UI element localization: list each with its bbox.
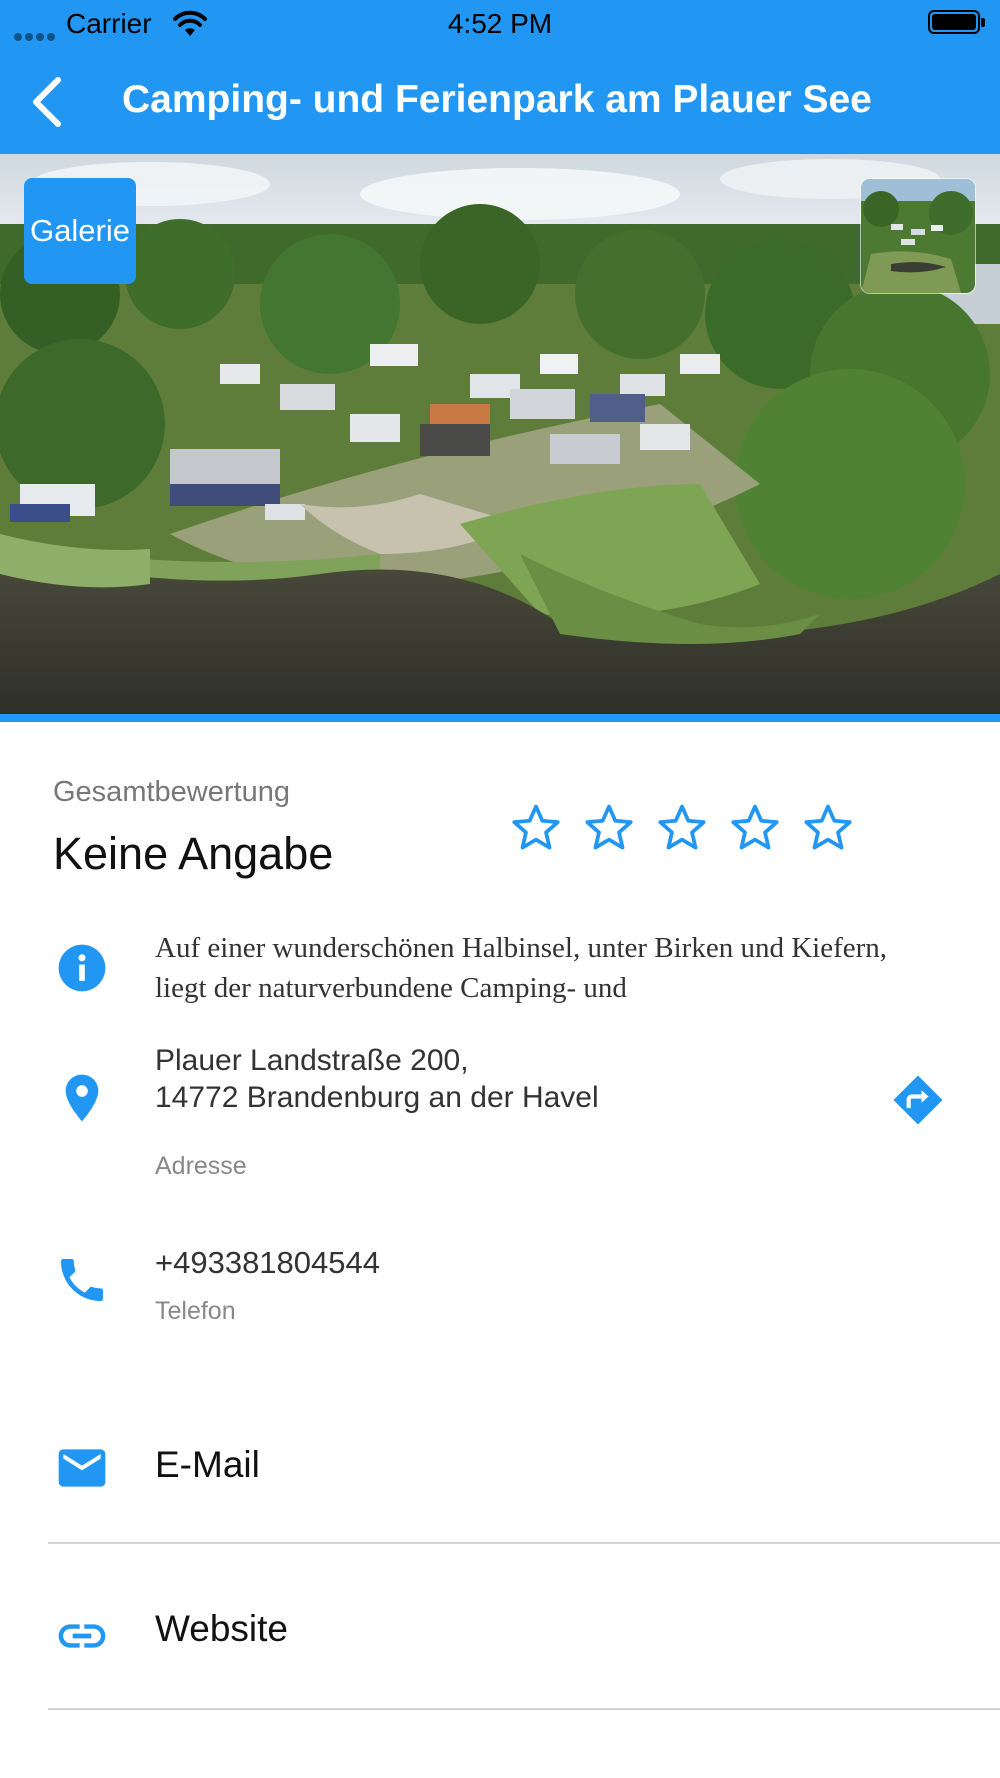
directions-icon[interactable] xyxy=(890,1072,946,1128)
address-line-1: Plauer Landstraße 200, xyxy=(155,1044,469,1077)
star-rating xyxy=(508,800,873,856)
page-title: Camping- und Ferienpark am Plauer See xyxy=(122,78,872,121)
divider xyxy=(48,1708,1000,1710)
star-outline-icon[interactable] xyxy=(800,800,856,856)
rating-label: Gesamtbewertung xyxy=(53,776,290,808)
chevron-left-icon[interactable] xyxy=(28,74,68,130)
website-label: Website xyxy=(155,1608,288,1649)
description-text: Auf einer wunderschönen Halbinsel, unter… xyxy=(155,932,888,1004)
status-bar: Carrier 4:52 PM xyxy=(0,0,1000,48)
email-label: E-Mail xyxy=(155,1444,260,1485)
divider xyxy=(48,1542,1000,1544)
phone-label: Telefon xyxy=(155,1297,236,1325)
website-row[interactable]: Website xyxy=(0,1568,1000,1688)
hero-photo xyxy=(0,154,1000,716)
address-label: Adresse xyxy=(155,1152,247,1180)
star-outline-icon[interactable] xyxy=(581,800,637,856)
location-pin-icon xyxy=(65,1074,99,1122)
star-outline-icon[interactable] xyxy=(654,800,710,856)
link-icon xyxy=(58,1624,106,1648)
phone-number[interactable]: +493381804544 xyxy=(155,1245,380,1281)
rating-value: Keine Angabe xyxy=(53,828,334,879)
gallery-button[interactable]: Galerie xyxy=(24,178,136,284)
address-line-2: 14772 Brandenburg an der Havel xyxy=(155,1081,599,1114)
battery-icon xyxy=(928,10,985,34)
phone-icon[interactable] xyxy=(54,1252,110,1308)
star-outline-icon[interactable] xyxy=(727,800,783,856)
hero-divider xyxy=(0,714,1000,722)
info-icon xyxy=(58,944,106,992)
star-outline-icon[interactable] xyxy=(508,800,564,856)
mail-icon xyxy=(58,1449,106,1487)
app-bar: Camping- und Ferienpark am Plauer See xyxy=(0,48,1000,154)
thumbnail-image[interactable] xyxy=(860,178,976,294)
status-time: 4:52 PM xyxy=(447,8,553,39)
email-row[interactable]: E-Mail xyxy=(0,1404,1000,1524)
